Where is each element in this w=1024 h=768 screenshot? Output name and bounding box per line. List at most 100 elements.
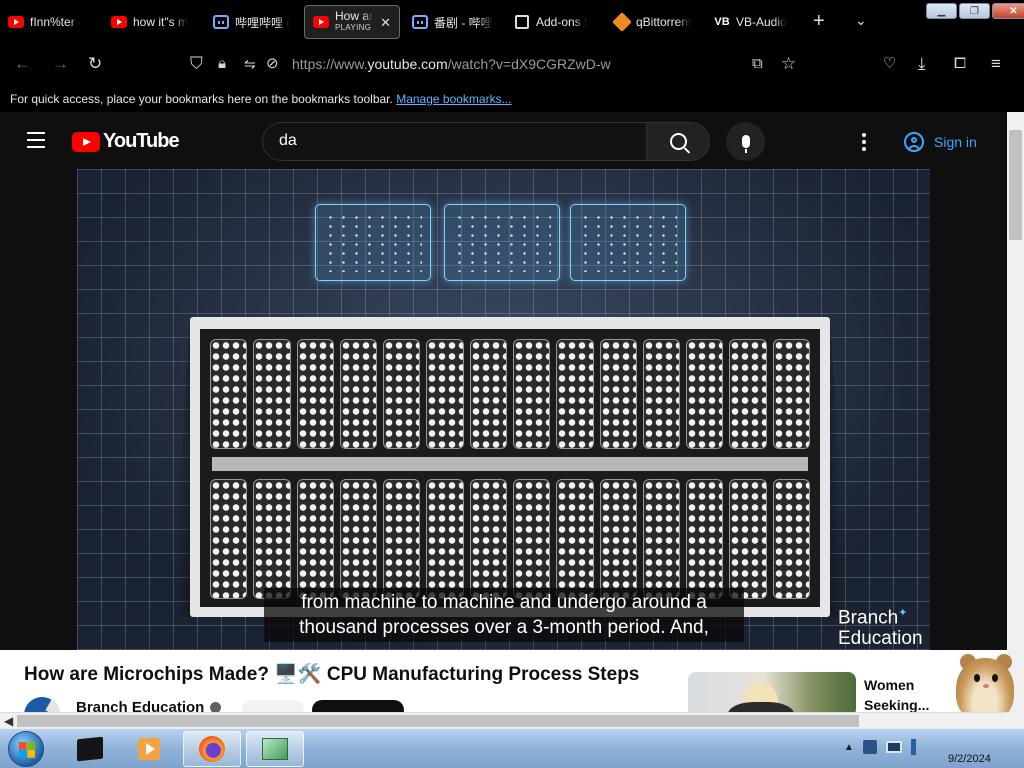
url-path: /watch?v=dX9CGRZwD-w xyxy=(447,56,611,72)
tab-list-icon[interactable]: ⌄ xyxy=(855,12,867,29)
extensions-icon[interactable]: ⧠ xyxy=(954,54,966,74)
autoplay-blocked-icon[interactable]: ⊘ xyxy=(266,54,279,74)
search-input[interactable]: da xyxy=(262,122,647,161)
calendar-hologram xyxy=(570,204,686,281)
scrollbar-corner xyxy=(1007,712,1024,729)
youtube-icon xyxy=(111,14,127,30)
youtube-icon xyxy=(313,14,329,30)
system-tray: ▲ xyxy=(844,739,923,755)
taskbar-app-player[interactable] xyxy=(120,731,178,767)
video-title: How are Microchips Made? 🖥️🛠️ CPU Manufa… xyxy=(24,664,640,685)
tab-2[interactable]: how it"s m xyxy=(103,5,201,39)
horizontal-scroll-thumb[interactable] xyxy=(17,715,859,727)
tab-3[interactable]: 哔哩哔哩 ( xyxy=(205,5,303,39)
windows-taskbar: ▲ 9/2/2024 xyxy=(0,728,1024,768)
tray-row-bottom xyxy=(210,479,810,599)
bookmarks-message: For quick access, place your bookmarks h… xyxy=(10,92,393,106)
recommended-title[interactable]: Women Seeking... xyxy=(864,675,944,715)
calendar-hologram xyxy=(315,204,431,281)
pocket-icon[interactable]: ♡ xyxy=(883,54,896,74)
picture-in-picture-icon[interactable]: ⧉ xyxy=(752,54,763,74)
menu-icon[interactable]: ≡ xyxy=(991,54,1001,74)
tab-title: how it"s m xyxy=(133,15,188,29)
clock-date[interactable]: 9/2/2024 xyxy=(948,753,991,765)
downloads-icon[interactable]: ⤓ xyxy=(918,54,926,74)
tab-8[interactable]: VB VB-Audio xyxy=(706,5,804,39)
network-icon[interactable] xyxy=(885,741,902,753)
tab-title: How ar xyxy=(335,10,374,22)
reload-icon[interactable]: ↻ xyxy=(88,54,102,74)
tab-5[interactable]: 番剧 - 哔哩 xyxy=(404,5,502,39)
video-player[interactable] xyxy=(77,169,930,650)
settings-kebab-icon[interactable] xyxy=(862,133,866,154)
search-button[interactable] xyxy=(646,122,710,161)
minimize-button[interactable]: ▁ xyxy=(926,3,957,19)
forward-icon[interactable]: → xyxy=(52,54,69,74)
tab-title: Add-ons f xyxy=(536,15,588,29)
youtube-play-icon xyxy=(72,131,100,152)
youtube-header: YouTube da Sign in xyxy=(0,112,1007,170)
black-box-icon xyxy=(77,736,103,762)
url-bar[interactable]: https://www.youtube.com/watch?v=dX9CGRZw… xyxy=(292,56,611,72)
scroll-left-icon[interactable]: ◀ xyxy=(4,714,13,728)
permissions-icon[interactable]: ⇋ xyxy=(244,54,256,74)
tab-1[interactable]: fInn%ter - xyxy=(0,5,100,39)
media-player-icon xyxy=(138,738,160,760)
video-info: How are Microchips Made? 🖥️🛠️ CPU Manufa… xyxy=(0,650,1007,733)
youtube-icon xyxy=(8,14,24,30)
start-button[interactable] xyxy=(8,731,44,767)
youtube-logo[interactable]: YouTube xyxy=(72,130,180,153)
nav-bar: ← → ↻ ⛉ 🔒︎ ⇋ ⊘ https://www.youtube.com/w… xyxy=(0,44,1024,86)
green-app-icon xyxy=(262,738,288,760)
new-tab-icon[interactable]: + xyxy=(813,10,825,33)
firefox-icon xyxy=(199,736,225,762)
voice-search-button[interactable] xyxy=(726,122,765,161)
tab-title: fInn%ter - xyxy=(30,15,83,29)
video-caption: from machine to machine and undergo arou… xyxy=(264,588,744,642)
tab-7[interactable]: qBittorrent xyxy=(606,5,704,39)
lock-icon[interactable]: 🔒︎ xyxy=(218,54,226,74)
hamburger-menu-icon[interactable] xyxy=(27,132,45,153)
taskbar-app-editor[interactable] xyxy=(246,731,304,767)
manage-bookmarks-link[interactable]: Manage bookmarks... xyxy=(396,92,511,106)
search-icon xyxy=(669,133,687,150)
screen: fInn%ter - how it"s m 哔哩哔哩 ( How ar PLAY… xyxy=(0,0,1024,768)
close-window-button[interactable]: ✕ xyxy=(992,3,1024,19)
show-hidden-icons-icon[interactable]: ▲ xyxy=(844,742,854,753)
vb-icon: VB xyxy=(714,16,730,28)
tab-playing-label: PLAYING xyxy=(335,23,372,32)
shield-icon[interactable]: ⛉ xyxy=(190,54,203,74)
close-tab-icon[interactable]: ✕ xyxy=(380,15,391,31)
youtube-wordmark: YouTube xyxy=(103,130,180,152)
maximize-button[interactable]: ❐ xyxy=(959,3,990,19)
bookmark-star-icon[interactable]: ☆ xyxy=(781,54,796,74)
url-prefix: https://www. xyxy=(292,56,368,72)
tab-title: qBittorrent xyxy=(636,15,692,29)
computer-tools-emoji: 🖥️🛠️ xyxy=(274,664,322,685)
recommended-thumbnail[interactable] xyxy=(688,672,856,717)
caption-line: thousand processes over a 3-month period… xyxy=(299,617,709,638)
url-host: youtube.com xyxy=(367,56,448,72)
horizontal-scrollbar[interactable]: ◀ xyxy=(0,712,1007,729)
microphone-icon xyxy=(741,135,750,153)
sign-in-button[interactable]: Sign in xyxy=(898,127,983,157)
taskbar-app-firefox[interactable] xyxy=(183,731,241,767)
tray-row-top xyxy=(210,339,810,449)
back-icon[interactable]: ← xyxy=(14,54,31,74)
tab-title: VB-Audio xyxy=(736,15,787,29)
account-icon xyxy=(904,132,924,152)
caption-line: from machine to machine and undergo arou… xyxy=(301,592,707,613)
volume-icon[interactable] xyxy=(910,739,923,755)
channel-watermark: Branch✦ Education xyxy=(838,607,923,650)
tab-title: 哔哩哔哩 ( xyxy=(235,15,291,30)
tab-6[interactable]: Add-ons f xyxy=(506,5,604,39)
vertical-scroll-thumb[interactable] xyxy=(1009,130,1022,240)
bilibili-icon xyxy=(412,14,428,30)
calendar-hologram xyxy=(444,204,560,281)
taskbar-app-box[interactable] xyxy=(61,731,119,767)
bookmarks-toolbar: For quick access, place your bookmarks h… xyxy=(0,86,1024,112)
tab-bar: fInn%ter - how it"s m 哔哩哔哩 ( How ar PLAY… xyxy=(0,0,1024,44)
tab-active[interactable]: How ar PLAYING ✕ xyxy=(304,5,400,39)
tray-app-icon[interactable] xyxy=(862,740,877,754)
bilibili-icon xyxy=(213,14,229,30)
